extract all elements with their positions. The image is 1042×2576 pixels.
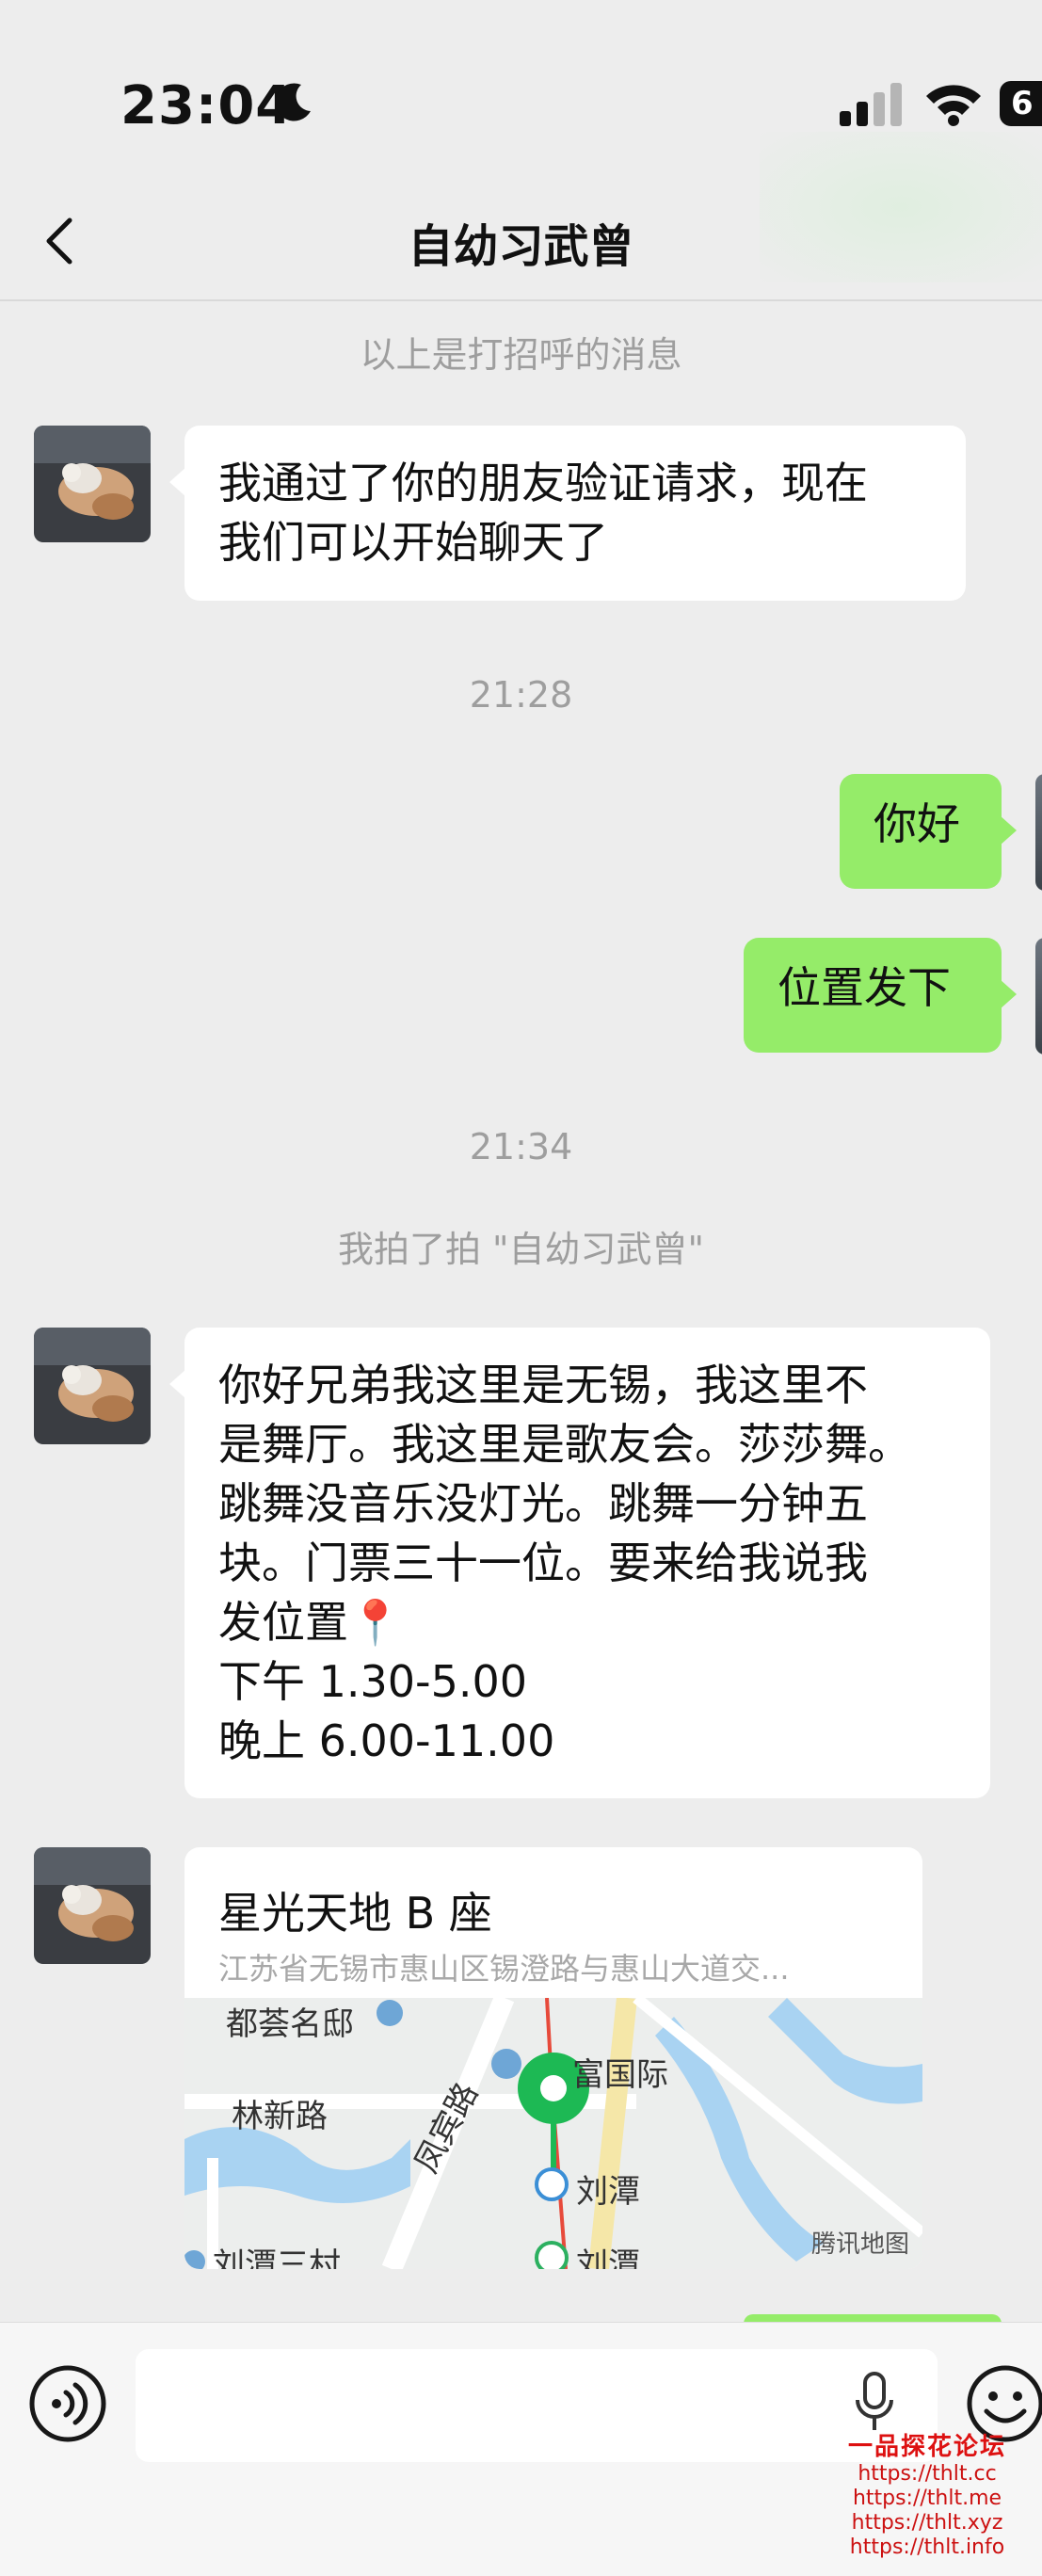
message-line: 跳舞没音乐没灯光。跳舞一分钟五 [218, 1478, 868, 1529]
map-brand: 腾讯地图 [810, 2230, 909, 2259]
location-address: 江苏省无锡市惠山区锡澄路与惠山大道交... [218, 1951, 790, 1987]
navbar: 自幼习武曾 [0, 188, 1042, 301]
message-text: 位置发下 [777, 962, 951, 1013]
map-label: 都荟名邸 [226, 2005, 354, 2043]
cellular-signal-icon [840, 83, 902, 126]
message-line: 块。门票三十一位。要来给我说我 [218, 1538, 868, 1588]
greeting-notice: 以上是打招呼的消息 [360, 334, 682, 376]
map-label: 富国际 [572, 2056, 668, 2094]
map-label: 刘潭 [576, 2173, 640, 2211]
message-input[interactable] [136, 2349, 938, 2462]
map-label: 林新路 [232, 2098, 328, 2135]
message-friend-intro[interactable]: 你好兄弟我这里是无锡，我这里不 是舞厅。我这里是歌友会。莎莎舞。 跳舞没音乐没灯… [169, 1328, 990, 1798]
friend-avatar[interactable] [34, 1328, 151, 1444]
location-name: 星光天地 B 座 [218, 1888, 492, 1939]
timestamp: 21:34 [469, 1126, 573, 1167]
watermark-url: https://thlt.me [852, 2487, 1002, 2510]
self-avatar[interactable] [1035, 938, 1042, 1055]
timestamp: 21:28 [469, 674, 573, 716]
watermark-url: https://thlt.info [849, 2536, 1005, 2559]
friend-avatar[interactable] [34, 426, 151, 542]
location-card[interactable]: 星光天地 B 座 江苏省无锡市惠山区锡澄路与惠山大道交... 都荟名邸 林新路 … [184, 1847, 922, 2269]
message-line: 下午 1.30-5.00 [218, 1656, 528, 1707]
chat-title: 自幼习武曾 [408, 220, 634, 273]
message-line: 我通过了你的朋友验证请求，现在 [218, 458, 868, 508]
message-text: 你好 [874, 798, 960, 849]
watermark: 一品探花论坛 https://thlt.cc https://thlt.me h… [819, 2427, 1035, 2560]
message-line: 我们可以开始聊天了 [218, 517, 608, 568]
map-label: 刘潭三村 [213, 2246, 341, 2269]
wifi-icon [926, 85, 981, 126]
message-line: 你好兄弟我这里是无锡，我这里不 [218, 1360, 868, 1410]
pat-notice: 我拍了拍 "自幼习武曾" [337, 1229, 705, 1270]
watermark-title: 一品探花论坛 [847, 2433, 1006, 2461]
watermark-url: https://thlt.xyz [851, 2511, 1003, 2535]
map-label: 刘潭 [576, 2246, 640, 2269]
status-time: 23:04 [120, 75, 294, 137]
location-map[interactable]: 都荟名邸 林新路 凤宾路 富国际 刘潭 刘潭 刘潭三村 腾讯地图 [184, 1993, 922, 2269]
message-line: 发位置📍 [218, 1597, 403, 1648]
self-avatar[interactable] [1035, 774, 1042, 891]
message-friend-accept[interactable]: 我通过了你的朋友验证请求，现在 我们可以开始聊天了 [169, 426, 966, 601]
battery-indicator: 6 [1000, 81, 1042, 126]
message-line: 晚上 6.00-11.00 [218, 1715, 555, 1766]
message-self-location-request[interactable]: 位置发下 [744, 938, 1017, 1053]
moon-icon [275, 83, 311, 121]
watermark-url: https://thlt.cc [858, 2462, 997, 2486]
navbar-divider [0, 299, 1042, 301]
friend-avatar[interactable] [34, 1847, 151, 1964]
voice-input-icon[interactable] [28, 2364, 107, 2443]
message-self-hello[interactable]: 你好 [840, 774, 1017, 889]
message-line: 是舞厅。我这里是歌友会。莎莎舞。 [218, 1419, 911, 1470]
